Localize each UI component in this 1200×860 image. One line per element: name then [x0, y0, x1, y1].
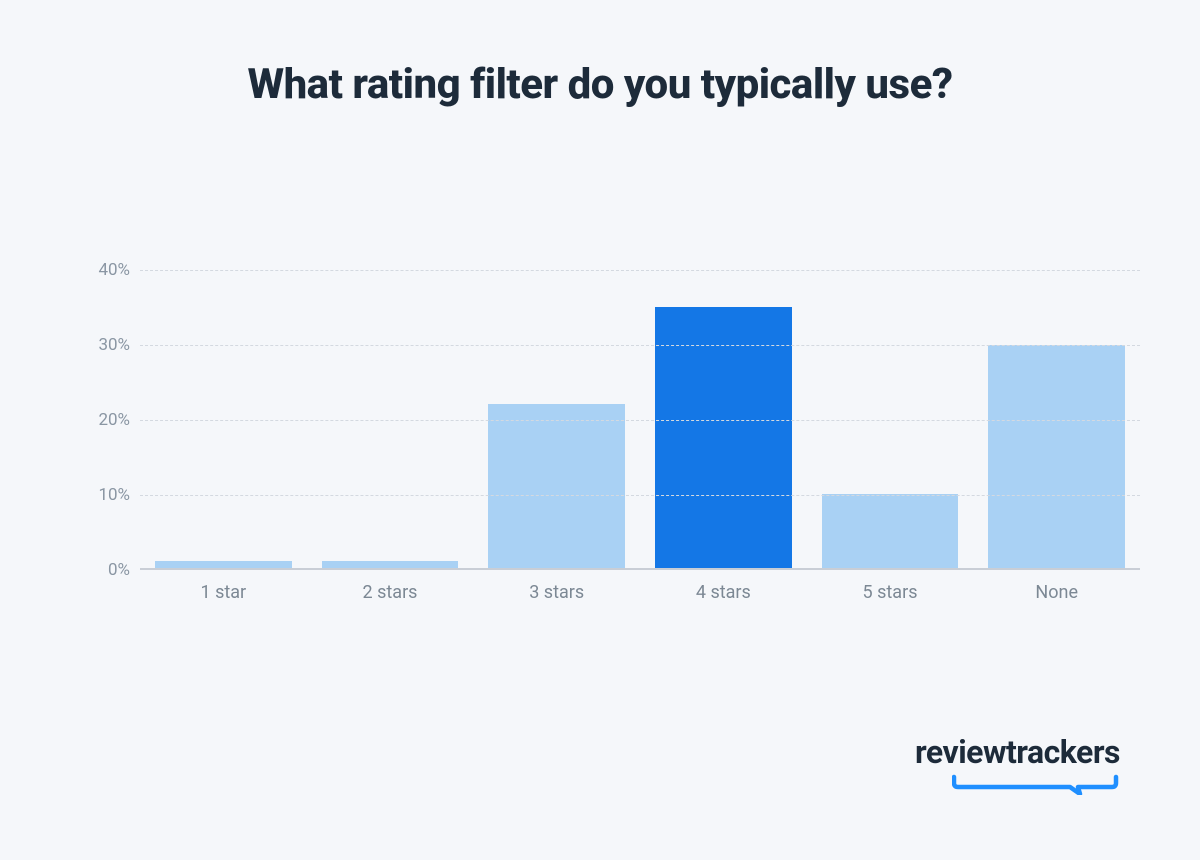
- x-tick-label: 4 stars: [640, 582, 807, 603]
- x-axis: 1 star2 stars3 stars4 stars5 starsNone: [140, 582, 1140, 603]
- x-tick-label: None: [973, 582, 1140, 603]
- grid-line: [140, 270, 1140, 271]
- y-tick-label: 0%: [80, 560, 130, 580]
- bar: [488, 404, 625, 568]
- bar: [322, 561, 459, 568]
- plot-area: [140, 270, 1140, 570]
- chart-area: 0%10%20%30%40% 1 star2 stars3 stars4 sta…: [80, 270, 1140, 600]
- brand-name: reviewtrackers: [915, 733, 1120, 771]
- bar: [822, 494, 959, 569]
- bar: [155, 561, 292, 568]
- grid-line: [140, 495, 1140, 496]
- grid-line: [140, 345, 1140, 346]
- bar-slot: [140, 270, 307, 568]
- bar-slot: [473, 270, 640, 568]
- y-tick-label: 10%: [80, 485, 130, 505]
- bar-slot: [307, 270, 474, 568]
- x-tick-label: 2 stars: [307, 582, 474, 603]
- x-tick-label: 1 star: [140, 582, 307, 603]
- brand-logo: reviewtrackers: [915, 733, 1120, 795]
- y-tick-label: 20%: [80, 410, 130, 430]
- bar: [655, 307, 792, 568]
- y-tick-label: 30%: [80, 335, 130, 355]
- bar: [988, 345, 1125, 569]
- y-axis: 0%10%20%30%40%: [80, 270, 140, 570]
- brand-underline-icon: [915, 773, 1120, 793]
- grid-line: [140, 420, 1140, 421]
- bars-container: [140, 270, 1140, 568]
- x-tick-label: 3 stars: [473, 582, 640, 603]
- bar-slot: [640, 270, 807, 568]
- chart-title: What rating filter do you typically use?: [0, 60, 1200, 109]
- x-tick-label: 5 stars: [807, 582, 974, 603]
- bar-slot: [973, 270, 1140, 568]
- bar-slot: [807, 270, 974, 568]
- y-tick-label: 40%: [80, 260, 130, 280]
